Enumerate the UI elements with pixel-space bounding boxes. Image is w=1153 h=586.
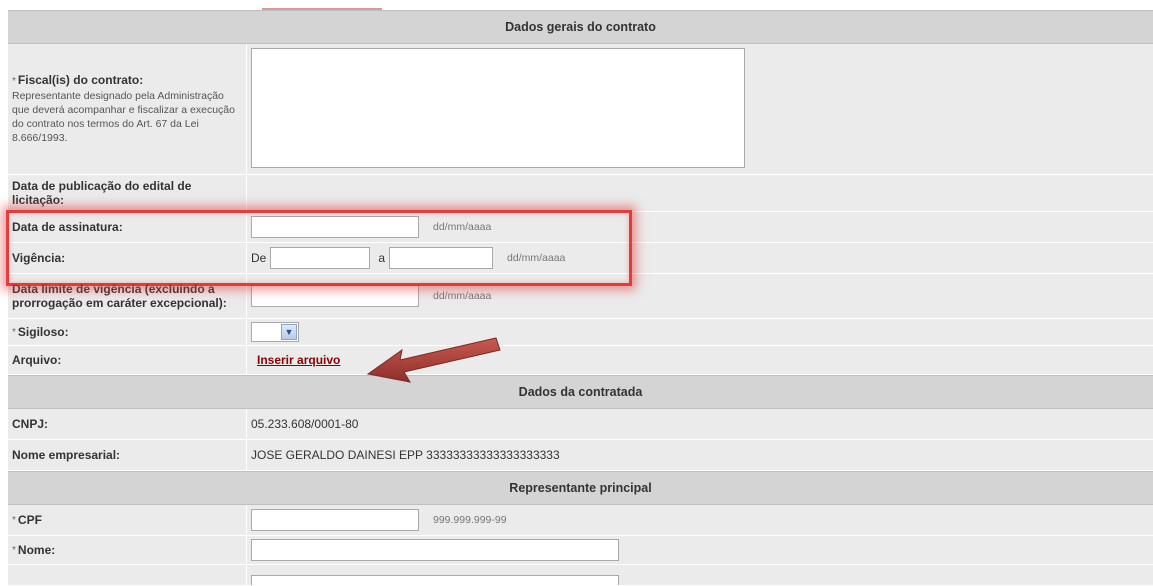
confidential-select[interactable]: ▼ [251,322,299,342]
validity-from-input[interactable] [270,247,371,269]
name-value-cell [246,536,1153,564]
contract-form-page: Dados gerais do contrato * Fiscal(is) do … [0,0,1153,586]
cpf-value-cell: 999.999.999-99 [246,505,1153,535]
next-row-label-cell [8,565,246,585]
fiscal-description: Representante designado pela Administraç… [12,90,235,144]
validity-format-hint: dd/mm/aaaa [507,252,566,264]
cnpj-value: 05.233.608/0001-80 [246,409,1153,439]
limit-date-input[interactable] [251,285,419,307]
confidential-label-cell: * Sigiloso: [8,319,246,345]
row-signature-date: Data de assinatura: dd/mm/aaaa [8,212,1153,243]
row-limit-date: Data limite de vigência (excluindo a pro… [8,274,1153,319]
name-label-cell: * Nome: [8,536,246,564]
fiscal-label-cell: * Fiscal(is) do contrato: Representante d… [8,44,246,174]
cpf-format-hint: 999.999.999-99 [433,514,507,526]
row-name: * Nome: [8,536,1153,565]
company-name-value: JOSE GERALDO DAINESI EPP 333333333333333… [246,440,1153,470]
publication-date-value-cell [246,175,1153,211]
row-confidential: * Sigiloso: ▼ [8,319,1153,346]
validity-to-input[interactable] [389,247,494,269]
section-header-contract: Dados gerais do contrato [8,10,1153,44]
limit-date-format-hint: dd/mm/aaaa [433,290,492,302]
validity-label: Vigência: [12,251,66,265]
fiscal-value-cell [246,44,1153,174]
row-cnpj: CNPJ: 05.233.608/0001-80 [8,409,1153,440]
confidential-label: Sigiloso: [17,325,69,339]
section-header-representative: Representante principal [8,471,1153,505]
chevron-down-icon[interactable]: ▼ [281,324,297,340]
arrow-annotation [366,337,501,383]
signature-date-input[interactable] [251,216,419,238]
file-label: Arquivo: [12,353,62,367]
required-marker: * [12,544,16,556]
fiscal-textarea[interactable] [251,48,745,168]
signature-date-value-cell: dd/mm/aaaa [246,212,1153,242]
row-next-partial [8,565,1153,586]
required-marker: * [12,76,16,87]
limit-date-label: Data limite de vigência (excluindo a pro… [12,282,227,310]
fiscal-label-line: * Fiscal(is) do contrato: [12,73,143,87]
cpf-label-cell: * CPF [8,505,246,535]
row-fiscal: * Fiscal(is) do contrato: Representante d… [8,44,1153,175]
row-file: Arquivo: Inserir arquivo [8,346,1153,375]
cnpj-label: CNPJ: [12,417,49,431]
validity-to-label: a [378,251,386,265]
row-validity: Vigência: De a dd/mm/aaaa [8,243,1153,274]
contract-form: Dados gerais do contrato * Fiscal(is) do … [8,10,1153,586]
next-row-value-cell [246,565,1153,585]
required-marker: * [12,326,16,338]
cpf-label: CPF [17,513,42,527]
row-company-name: Nome empresarial: JOSE GERALDO DAINESI E… [8,440,1153,471]
validity-from-label: De [251,251,267,265]
signature-date-format-hint: dd/mm/aaaa [433,221,492,233]
limit-date-value-cell: dd/mm/aaaa [246,274,1153,318]
section-header-contractor: Dados da contratada [8,375,1153,409]
signature-date-label: Data de assinatura: [12,220,123,234]
fiscal-label: Fiscal(is) do contrato: [17,73,144,87]
arrow-shape [366,337,501,383]
insert-file-link[interactable]: Inserir arquivo [257,353,340,367]
validity-value-cell: De a dd/mm/aaaa [246,243,1153,273]
row-publication-date: Data de publicação do edital de licitaçã… [8,175,1153,212]
next-row-input[interactable] [251,575,619,585]
publication-date-label: Data de publicação do edital de licitaçã… [12,179,192,207]
name-input[interactable] [251,539,619,561]
row-cpf: * CPF 999.999.999-99 [8,505,1153,536]
cpf-input[interactable] [251,509,419,531]
name-label: Nome: [17,543,56,557]
required-marker: * [12,514,16,526]
company-name-label: Nome empresarial: [12,448,121,462]
